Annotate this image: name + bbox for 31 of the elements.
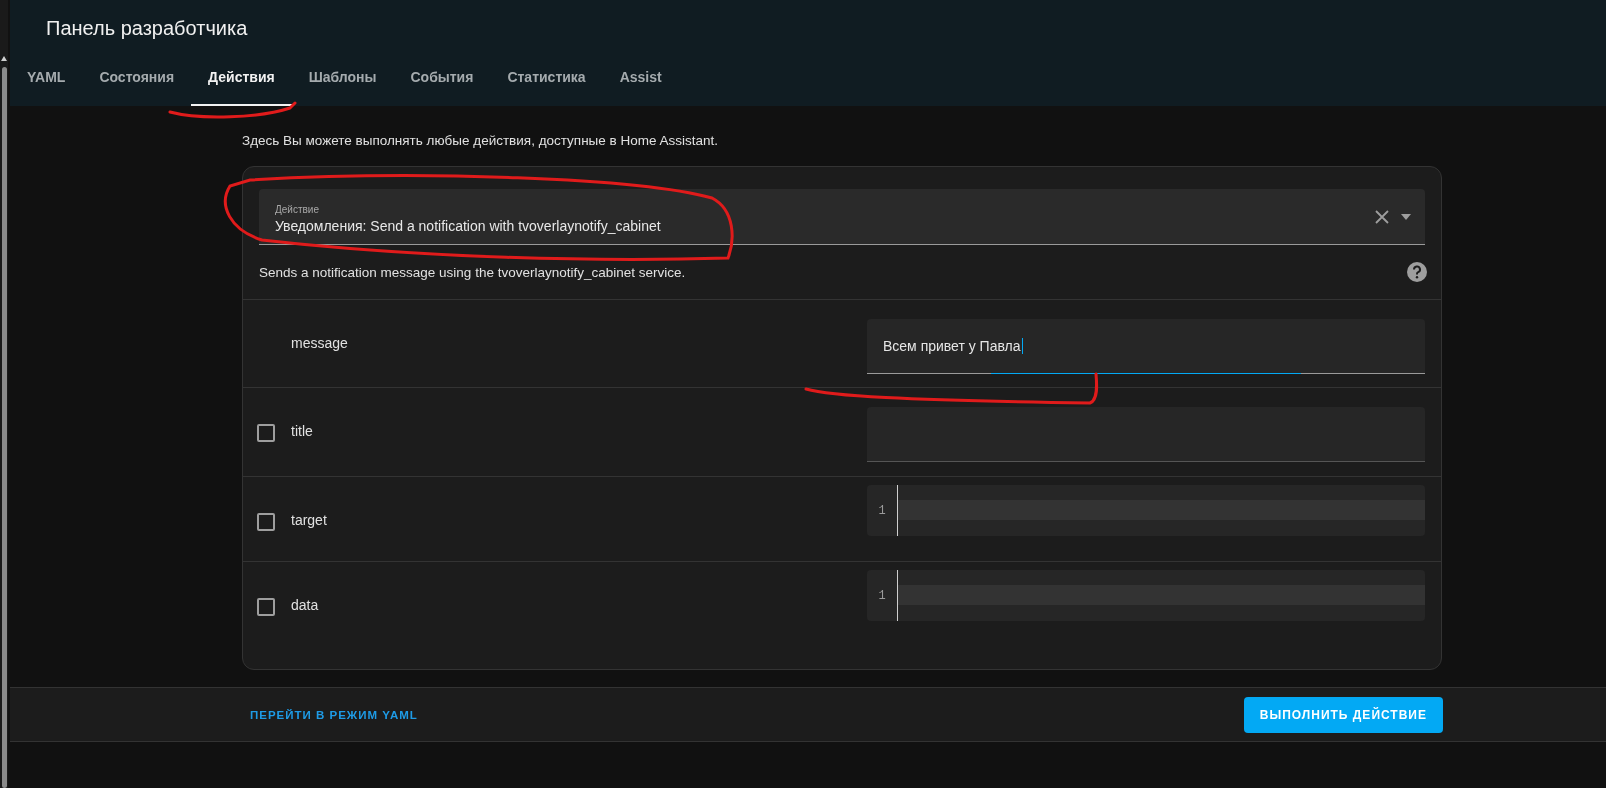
code-editor[interactable]: 1 bbox=[867, 570, 1425, 621]
help-icon[interactable] bbox=[1407, 262, 1427, 282]
field-label: target bbox=[291, 511, 327, 529]
tab[interactable]: YAML bbox=[10, 50, 83, 106]
tab[interactable]: Шаблоны bbox=[291, 50, 394, 106]
caret-icon[interactable] bbox=[1401, 213, 1411, 220]
yaml-mode-link[interactable]: ПЕРЕЙТИ В РЕЖИМ YAML bbox=[242, 708, 426, 721]
field-floating-label: Действие bbox=[275, 203, 320, 215]
checkbox[interactable] bbox=[257, 424, 275, 442]
tab[interactable]: Статистика bbox=[490, 50, 603, 106]
tab[interactable]: Assist bbox=[602, 50, 679, 106]
clear-icon[interactable] bbox=[1375, 209, 1389, 224]
line-number: 1 bbox=[878, 588, 886, 603]
field-label: message bbox=[291, 334, 348, 352]
field-label: data bbox=[291, 596, 319, 614]
action-description: Sends a notification message using the tvoverlaynotify_cabinet service. bbox=[259, 264, 686, 280]
action-select-field[interactable]: Действие Уведомления: Send a notification with tvoverlaynotify_cabinet bbox=[259, 189, 1425, 245]
text-field[interactable] bbox=[867, 407, 1425, 462]
line-number: 1 bbox=[878, 503, 886, 518]
checkbox[interactable] bbox=[257, 513, 275, 531]
tab[interactable]: Состояния bbox=[82, 50, 192, 106]
tab[interactable]: События bbox=[393, 50, 491, 106]
code-editor[interactable]: 1 bbox=[867, 485, 1425, 536]
scrollbar[interactable] bbox=[0, 0, 8, 788]
field-label: title bbox=[291, 422, 313, 440]
intro-text: Здесь Вы можете выполнять любые действия, доступные в Home Assistant. bbox=[242, 133, 720, 149]
tab[interactable]: Действия bbox=[191, 50, 292, 106]
text-field[interactable]: Всем привет у Павла bbox=[867, 319, 1425, 374]
page-title: Панель разработчика bbox=[45, 16, 249, 41]
field-value: Уведомления: Send a notification with tvoverlaynotify_cabinet bbox=[275, 217, 662, 234]
checkbox[interactable] bbox=[257, 598, 275, 616]
